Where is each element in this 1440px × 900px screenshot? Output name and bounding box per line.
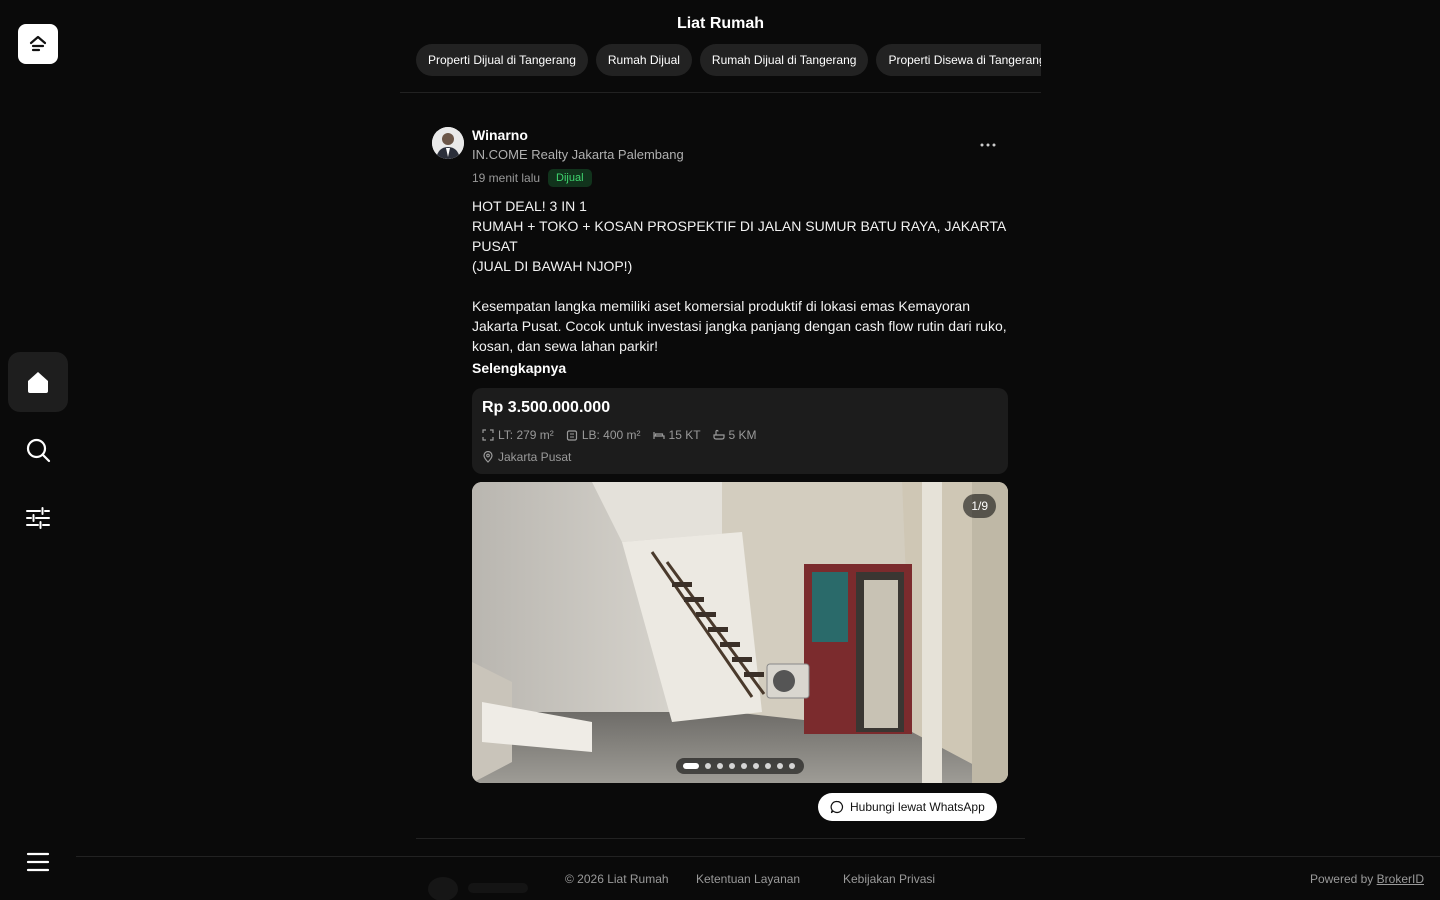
footer-powered-by: Powered by BrokerID bbox=[1310, 872, 1424, 886]
status-badge: Dijual bbox=[548, 169, 592, 187]
chip-rumah-dijual-tangerang[interactable]: Rumah Dijual di Tangerang bbox=[699, 44, 869, 76]
post-time: 19 menit lalu bbox=[472, 171, 541, 185]
spec-bathrooms-text: 5 KM bbox=[728, 428, 757, 442]
listing-photo-image bbox=[472, 482, 1008, 783]
listing-photo[interactable]: 1/9 bbox=[472, 482, 1008, 783]
footer: © 2026 Liat Rumah Ketentuan Layanan Kebi… bbox=[76, 856, 1440, 900]
home-icon bbox=[28, 372, 48, 393]
sliders-icon bbox=[26, 507, 50, 529]
expand-icon bbox=[482, 429, 494, 441]
carousel-dot[interactable] bbox=[741, 763, 747, 769]
carousel-dot[interactable] bbox=[705, 763, 711, 769]
nav-home-button[interactable] bbox=[8, 352, 68, 412]
next-post-avatar-peek bbox=[428, 877, 458, 900]
price: Rp 3.500.000.000 bbox=[482, 399, 611, 416]
carousel-dot[interactable] bbox=[765, 763, 771, 769]
chat-bubble-icon bbox=[830, 800, 844, 814]
read-more-link[interactable]: Selengkapnya bbox=[472, 360, 566, 376]
spec-bedrooms: 15 KT bbox=[652, 428, 701, 442]
liat-rumah-logo-icon[interactable] bbox=[18, 24, 58, 64]
spec-land-text: LT: 279 m² bbox=[498, 428, 554, 442]
chip-rumah-dijual[interactable]: Rumah Dijual bbox=[595, 44, 692, 76]
carousel-dots[interactable] bbox=[676, 758, 804, 774]
chip-properti-dijual-tangerang[interactable]: Properti Dijual di Tangerang bbox=[416, 44, 588, 76]
search-icon bbox=[26, 438, 51, 463]
location-row: Jakarta Pusat bbox=[482, 450, 571, 464]
nav-search-button[interactable] bbox=[8, 420, 68, 480]
carousel-dot[interactable] bbox=[683, 763, 699, 769]
nav-filter-button[interactable] bbox=[8, 488, 68, 548]
ellipsis-icon bbox=[980, 143, 996, 147]
whatsapp-button[interactable]: Hubungi lewat WhatsApp bbox=[818, 793, 997, 821]
price-info-card[interactable]: Rp 3.500.000.000 LT: 279 m² LB: 400 m² 1… bbox=[472, 388, 1008, 474]
chip-properti-disewa-tangerang[interactable]: Properti Disewa di Tangerang bbox=[876, 44, 1041, 76]
map-pin-icon bbox=[483, 451, 493, 463]
spec-land: LT: 279 m² bbox=[482, 428, 554, 442]
author-name[interactable]: Winarno bbox=[472, 127, 528, 143]
site-title[interactable]: Liat Rumah bbox=[400, 15, 1041, 33]
top-header: Liat Rumah Properti Dijual di Tangerang R… bbox=[400, 0, 1041, 93]
photo-counter: 1/9 bbox=[963, 494, 996, 518]
listing-post: Winarno IN.COME Realty Jakarta Palembang… bbox=[416, 93, 1025, 839]
spec-bathrooms: 5 KM bbox=[712, 428, 757, 442]
carousel-dot[interactable] bbox=[729, 763, 735, 769]
powered-by-prefix: Powered by bbox=[1309, 872, 1374, 886]
location-text: Jakarta Pusat bbox=[498, 450, 572, 464]
whatsapp-button-label: Hubungi lewat WhatsApp bbox=[850, 800, 985, 814]
nav-menu-button[interactable] bbox=[8, 832, 68, 892]
specs-row: LT: 279 m² LB: 400 m² 15 KT 5 KM bbox=[482, 428, 757, 442]
agency-name: IN.COME Realty Jakarta Palembang bbox=[472, 147, 684, 162]
carousel-dot[interactable] bbox=[789, 763, 795, 769]
post-description: HOT DEAL! 3 IN 1 RUMAH + TOKO + KOSAN PR… bbox=[472, 198, 1007, 354]
brokerid-link[interactable]: BrokerID bbox=[1377, 872, 1424, 886]
hamburger-menu-icon bbox=[26, 852, 50, 872]
spec-building: LB: 400 m² bbox=[566, 428, 641, 442]
carousel-dot[interactable] bbox=[717, 763, 723, 769]
building-icon bbox=[566, 430, 577, 441]
spec-bedrooms-text: 15 KT bbox=[668, 428, 701, 442]
sidebar bbox=[0, 0, 76, 900]
spec-building-text: LB: 400 m² bbox=[581, 428, 641, 442]
carousel-dot[interactable] bbox=[777, 763, 783, 769]
footer-privacy-link[interactable]: Kebijakan Privasi bbox=[843, 872, 935, 886]
more-options-button[interactable] bbox=[976, 133, 1000, 157]
footer-terms-link[interactable]: Ketentuan Layanan bbox=[696, 872, 800, 886]
bath-icon bbox=[712, 429, 725, 440]
footer-copyright: © 2026 Liat Rumah bbox=[565, 872, 669, 886]
carousel-dot[interactable] bbox=[753, 763, 759, 769]
next-post-name-peek bbox=[468, 883, 528, 893]
bed-icon bbox=[652, 432, 665, 439]
category-chips: Properti Dijual di Tangerang Rumah Dijual… bbox=[416, 44, 1041, 76]
avatar[interactable] bbox=[432, 127, 464, 159]
